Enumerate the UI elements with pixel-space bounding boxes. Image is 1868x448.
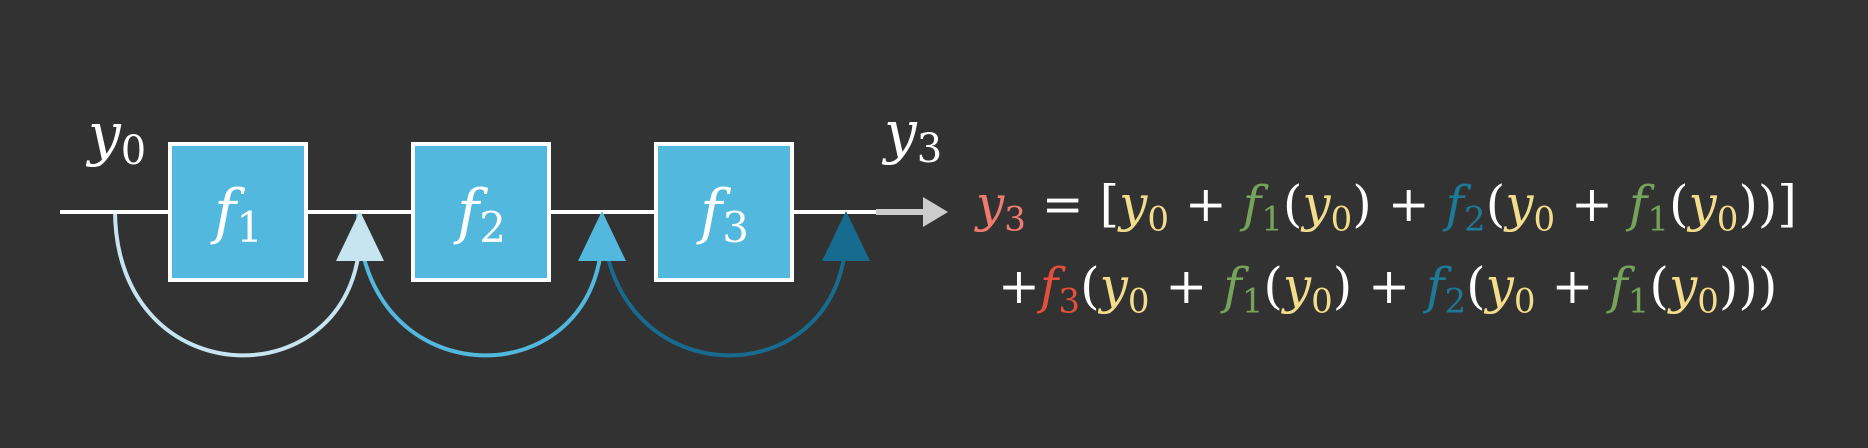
eq-term-y0: y0 (1485, 257, 1536, 322)
eq-plus: + (1387, 175, 1430, 233)
output-arrow-head (923, 197, 948, 227)
eq-paren: ) (1738, 257, 1758, 315)
eq-paren: ) (1332, 257, 1353, 315)
eq-term-y0: y0 (1505, 175, 1556, 240)
eq-paren: ( (1080, 257, 1100, 315)
block-f1: f1 (168, 142, 308, 282)
eq-paren: ) (1738, 175, 1758, 233)
input-label: y0 (85, 100, 146, 174)
eq-term-y0: y0 (1099, 257, 1150, 322)
equation-line-1: y3 = [y0 + f1(y0) + f2(y0 + f1(y0))] (976, 174, 1797, 240)
eq-paren: ) (1757, 175, 1778, 233)
eq-term-f1: f1 (1628, 175, 1669, 240)
eq-paren: ( (1485, 175, 1506, 233)
block-f3: f3 (654, 142, 794, 282)
sum-arrowhead-1 (336, 211, 384, 261)
eq-term-y0: y0 (1119, 175, 1170, 240)
eq-paren: ( (1649, 257, 1669, 315)
eq-term-y0: y0 (1688, 175, 1739, 240)
eq-lhs-y3: y3 (976, 175, 1026, 240)
eq-term-f1: f1 (1223, 257, 1264, 322)
sum-arrowhead-3 (822, 211, 870, 261)
eq-paren: ( (1282, 175, 1303, 233)
eq-open-bracket: [ (1099, 175, 1120, 233)
eq-equals: = (1041, 175, 1084, 233)
eq-term-y0: y0 (1282, 257, 1333, 322)
eq-plus: + (1571, 175, 1613, 233)
eq-term-y0: y0 (1302, 175, 1353, 240)
eq-plus: + (998, 257, 1040, 315)
block-f2: f2 (411, 142, 551, 282)
eq-paren: ( (1668, 175, 1689, 233)
eq-close-bracket: ] (1777, 175, 1797, 233)
eq-term-f2: f2 (1445, 175, 1486, 240)
eq-term-f2: f2 (1425, 257, 1467, 322)
eq-plus: + (1551, 257, 1594, 315)
equation-line-2: +f3(y0 + f1(y0) + f2(y0 + f1(y0))) (998, 256, 1778, 322)
eq-paren: ) (1352, 175, 1372, 233)
sum-arrowhead-2 (578, 211, 626, 261)
eq-term-f3: f3 (1039, 257, 1081, 322)
eq-plus: + (1184, 175, 1227, 233)
eq-term-f1: f1 (1242, 175, 1283, 240)
eq-plus: + (1165, 257, 1208, 315)
eq-term-y0: y0 (1668, 257, 1719, 322)
eq-paren: ( (1466, 257, 1486, 315)
eq-term-f1: f1 (1609, 257, 1650, 322)
eq-paren: ) (1757, 257, 1778, 315)
eq-paren: ) (1718, 257, 1739, 315)
output-label: y3 (881, 98, 942, 172)
eq-plus: + (1368, 257, 1411, 315)
eq-paren: ( (1263, 257, 1283, 315)
residual-diagram-canvas: f1 f2 f3 y0 y3 y3 = [y0 + f1(y0) + f2(y0… (0, 0, 1868, 444)
